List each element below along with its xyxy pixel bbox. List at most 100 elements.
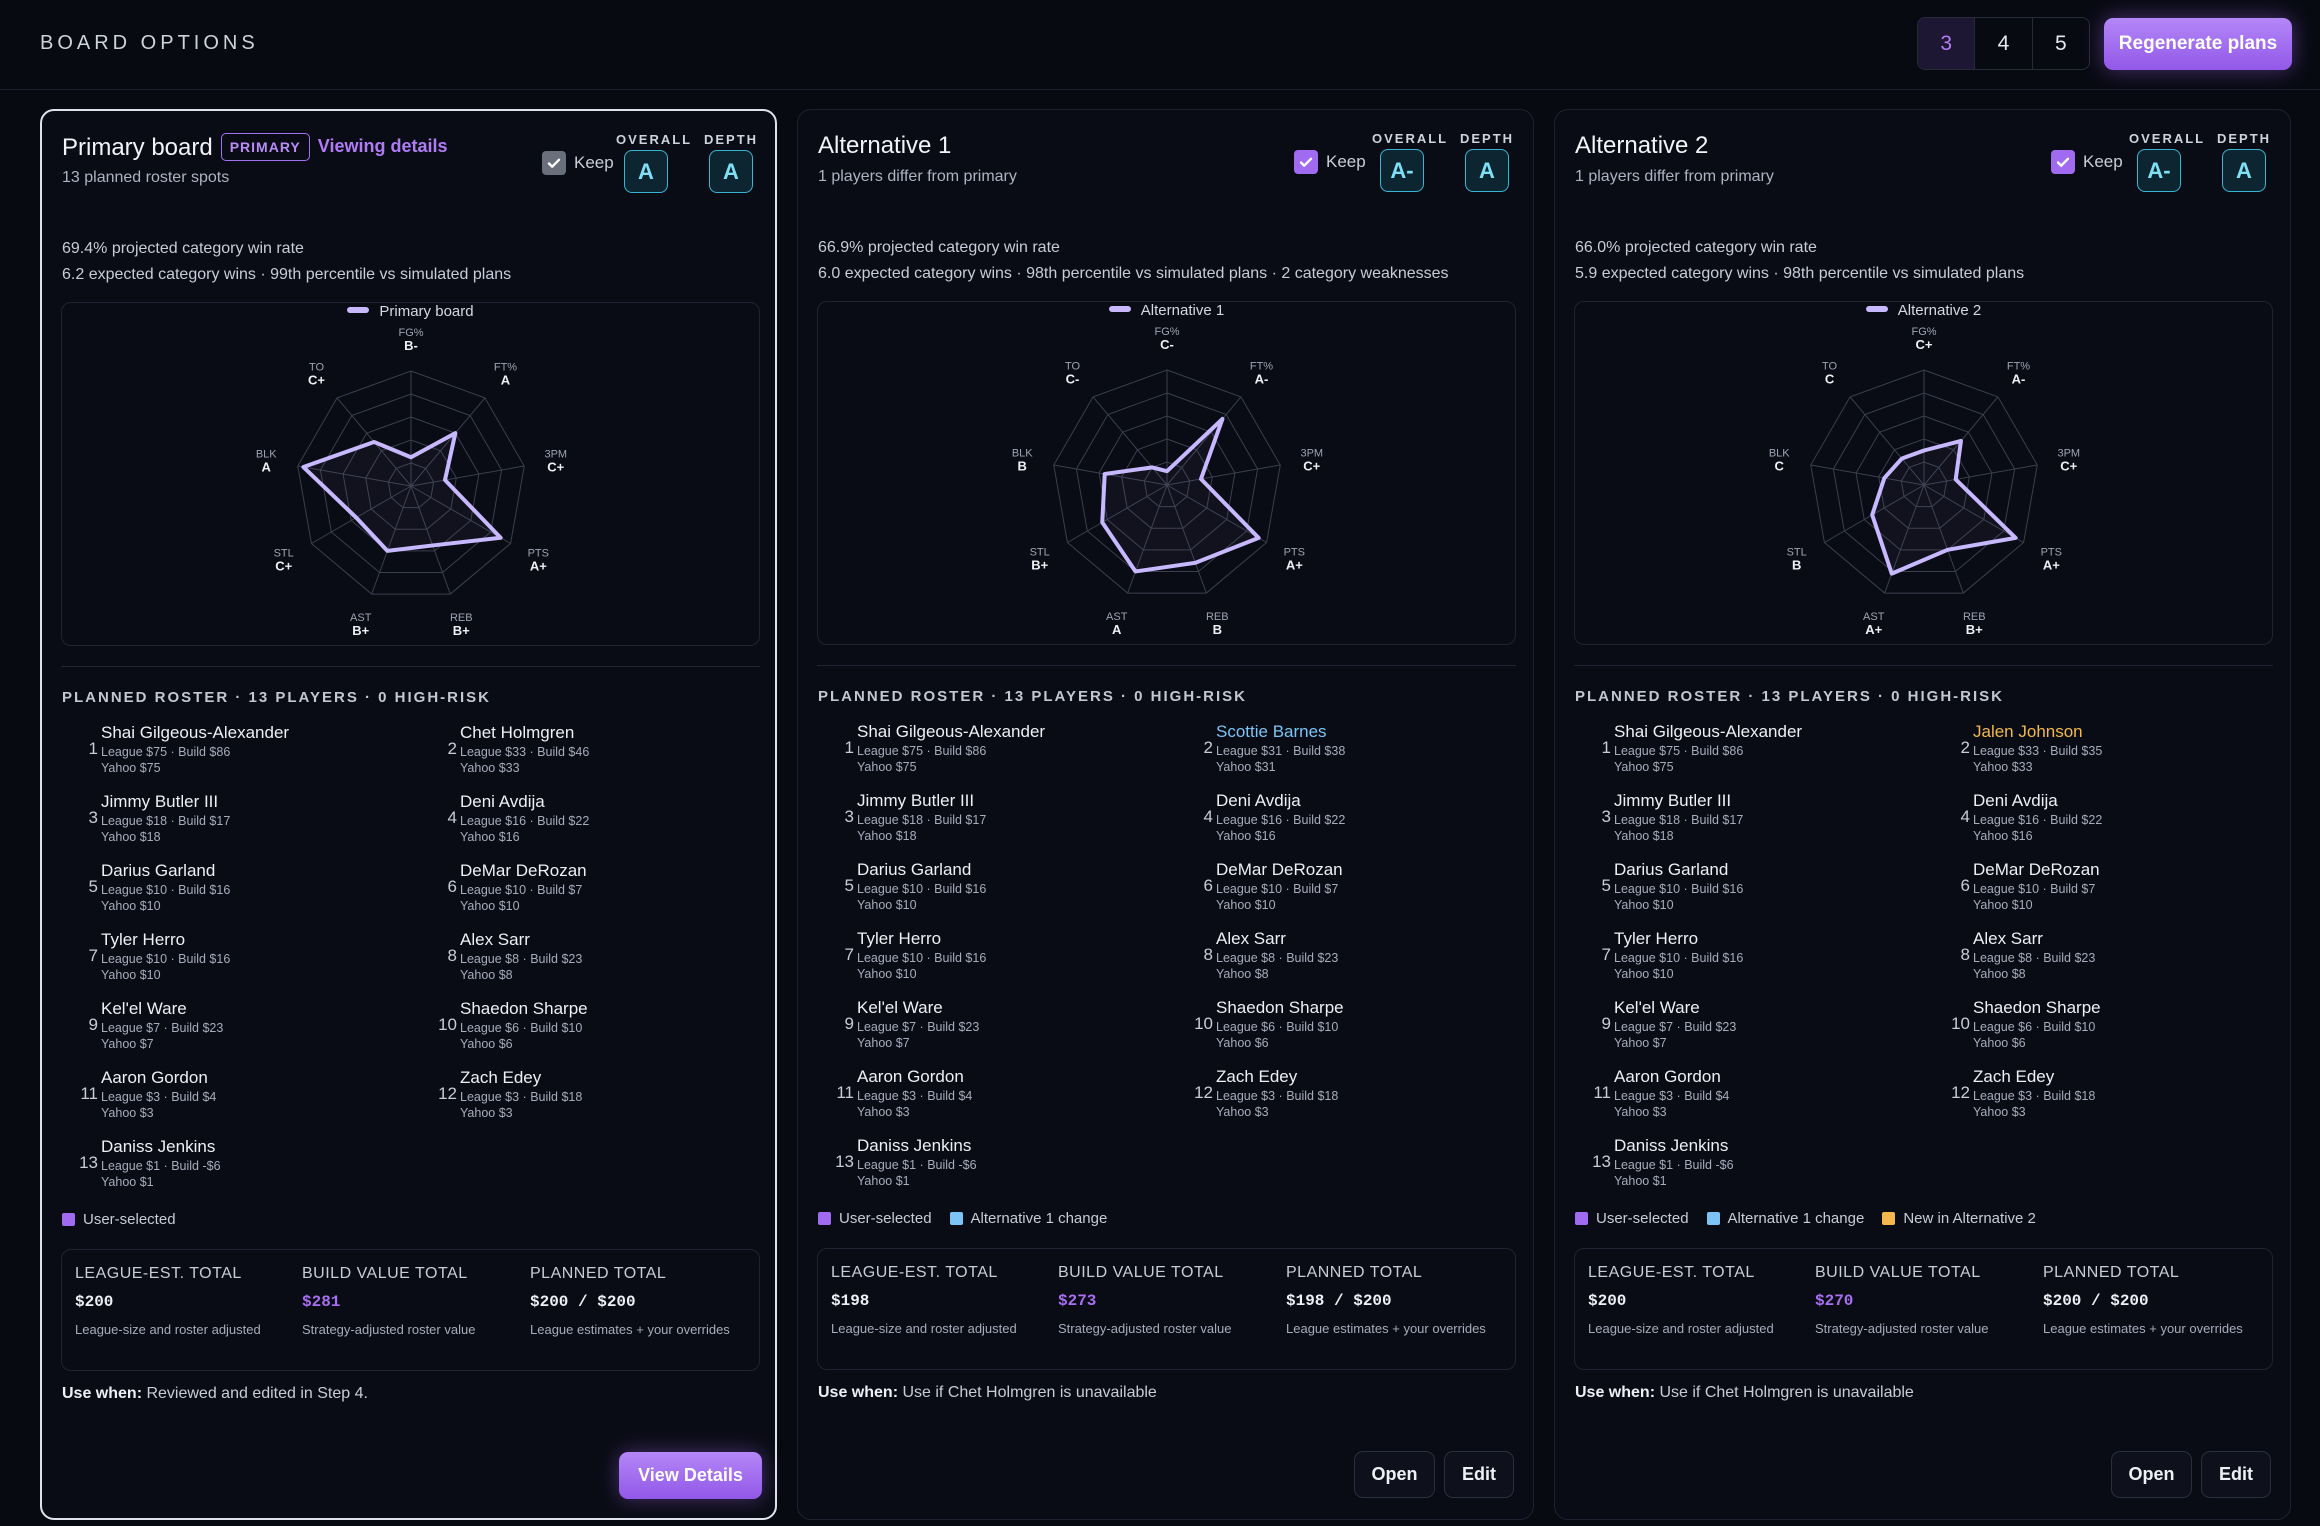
keep-toggle[interactable]: Keep xyxy=(2051,150,2123,174)
roster-player[interactable]: 3 Jimmy Butler III League $18 · Build $1… xyxy=(1572,791,1902,851)
keep-checkbox[interactable] xyxy=(542,151,566,175)
roster-player[interactable]: 3 Jimmy Butler III League $18 · Build $1… xyxy=(59,792,389,852)
depth-grade-badge: A xyxy=(709,150,753,193)
keep-toggle[interactable]: Keep xyxy=(542,151,614,175)
key-swatch xyxy=(949,1212,963,1225)
viewing-details-link[interactable]: Viewing details xyxy=(318,136,448,156)
player-number: 5 xyxy=(1601,876,1611,895)
depth-grade-badge: A xyxy=(2222,149,2266,192)
key-label: User-selected xyxy=(83,1211,176,1228)
planned-total-label: PLANNED TOTAL xyxy=(530,1265,667,1282)
roster-player[interactable]: 10 Shaedon Sharpe League $6 · Build $10 … xyxy=(1931,998,2261,1058)
board-card[interactable]: Alternative 1 1 players differ from prima… xyxy=(797,109,1534,1520)
roster-player[interactable]: 5 Darius Garland League $10 · Build $16 … xyxy=(815,860,1145,920)
roster-player[interactable]: 12 Zach Edey League $3 · Build $18 Yahoo… xyxy=(1174,1067,1504,1127)
roster-player[interactable]: 7 Tyler Herro League $10 · Build $16 Yah… xyxy=(1572,929,1902,989)
edit-button[interactable]: Edit xyxy=(1444,1451,1514,1498)
roster-player[interactable]: 1 Shai Gilgeous-Alexander League $75 · B… xyxy=(59,723,389,783)
player-number: 5 xyxy=(844,876,854,895)
roster-player[interactable]: 12 Zach Edey League $3 · Build $18 Yahoo… xyxy=(418,1068,748,1128)
player-name: Kel'el Ware xyxy=(1614,998,1700,1017)
radar-grade-label: C+ xyxy=(1303,458,1320,473)
overall-grade-badge: A- xyxy=(2137,149,2181,192)
plan-count-3[interactable]: 3 xyxy=(1918,18,1975,69)
open-button[interactable]: Open xyxy=(2111,1451,2192,1498)
primary-badge: PRIMARY xyxy=(220,133,310,161)
plan-count-5[interactable]: 5 xyxy=(2031,18,2089,69)
roster-player[interactable]: 13 Daniss Jenkins League $1 · Build -$6 … xyxy=(1572,1136,1902,1196)
roster-player[interactable]: 2 Chet Holmgren League $33 · Build $46 Y… xyxy=(418,723,748,783)
board-card[interactable]: Primary board PRIMARY Viewing details 13 pl… xyxy=(40,109,777,1520)
roster-key: User-selected xyxy=(62,1211,176,1228)
roster-player[interactable]: 5 Darius Garland League $10 · Build $16 … xyxy=(59,861,389,921)
roster-player[interactable]: 10 Shaedon Sharpe League $6 · Build $10 … xyxy=(418,999,748,1059)
roster-player[interactable]: 4 Deni Avdija League $16 · Build $22 Yah… xyxy=(1931,791,2261,851)
player-number: 6 xyxy=(447,877,457,896)
roster-player[interactable]: 11 Aaron Gordon League $3 · Build $4 Yah… xyxy=(1572,1067,1902,1127)
roster-player[interactable]: 6 DeMar DeRozan League $10 · Build $7 Ya… xyxy=(1931,860,2261,920)
roster-player[interactable]: 2 Scottie Barnes League $31 · Build $38 … xyxy=(1174,722,1504,782)
player-name: Daniss Jenkins xyxy=(1614,1136,1729,1155)
open-button[interactable]: Open xyxy=(1354,1451,1435,1498)
player-prices: League $8 · Build $23 xyxy=(1973,951,2096,965)
player-number: 8 xyxy=(1960,945,1970,964)
roster-player[interactable]: 2 Jalen Johnson League $33 · Build $35 Y… xyxy=(1931,722,2261,782)
player-prices: League $3 · Build $18 xyxy=(1216,1089,1339,1103)
roster-player[interactable]: 4 Deni Avdija League $16 · Build $22 Yah… xyxy=(418,792,748,852)
radar-grade-label: A xyxy=(1112,622,1122,637)
radar-grade-label: C+ xyxy=(547,459,564,474)
player-name: Daniss Jenkins xyxy=(101,1137,216,1156)
regenerate-plans-button[interactable]: Regenerate plans xyxy=(2104,18,2292,70)
player-number: 7 xyxy=(844,945,854,964)
keep-checkbox[interactable] xyxy=(1294,150,1318,174)
key-label: User-selected xyxy=(839,1210,932,1227)
roster-player[interactable]: 13 Daniss Jenkins League $1 · Build -$6 … xyxy=(59,1137,389,1197)
planned-total-desc: League estimates + your overrides xyxy=(2043,1321,2243,1336)
roster-player[interactable]: 6 DeMar DeRozan League $10 · Build $7 Ya… xyxy=(1174,860,1504,920)
roster-player[interactable]: 8 Alex Sarr League $8 · Build $23 Yahoo … xyxy=(1931,929,2261,989)
league-total-desc: League-size and roster adjusted xyxy=(75,1322,261,1337)
league-total-value: $200 xyxy=(75,1293,114,1311)
player-name: Kel'el Ware xyxy=(857,998,943,1017)
win-rate-text: 66.0% projected category win rate xyxy=(1575,239,1817,256)
roster-player[interactable]: 8 Alex Sarr League $8 · Build $23 Yahoo … xyxy=(1174,929,1504,989)
league-total-desc: League-size and roster adjusted xyxy=(1588,1321,1774,1336)
player-yahoo-price: Yahoo $3 xyxy=(1216,1105,1269,1119)
roster-player[interactable]: 1 Shai Gilgeous-Alexander League $75 · B… xyxy=(1572,722,1902,782)
roster-player[interactable]: 7 Tyler Herro League $10 · Build $16 Yah… xyxy=(59,930,389,990)
player-prices: League $75 · Build $86 xyxy=(857,744,987,758)
roster-key: User-selected Alternative 1 change xyxy=(818,1210,1107,1227)
player-prices: League $6 · Build $10 xyxy=(1216,1020,1339,1034)
roster-player[interactable]: 12 Zach Edey League $3 · Build $18 Yahoo… xyxy=(1931,1067,2261,1127)
view-details-button[interactable]: View Details xyxy=(619,1452,762,1499)
roster-player[interactable]: 4 Deni Avdija League $16 · Build $22 Yah… xyxy=(1174,791,1504,851)
roster-player[interactable]: 3 Jimmy Butler III League $18 · Build $1… xyxy=(815,791,1145,851)
league-total-desc: League-size and roster adjusted xyxy=(831,1321,1017,1336)
roster-player[interactable]: 5 Darius Garland League $10 · Build $16 … xyxy=(1572,860,1902,920)
plan-count-4[interactable]: 4 xyxy=(1974,18,2031,69)
player-number: 13 xyxy=(835,1152,854,1171)
player-prices: League $1 · Build -$6 xyxy=(1614,1158,1734,1172)
player-prices: League $10 · Build $16 xyxy=(101,883,231,897)
roster-player[interactable]: 7 Tyler Herro League $10 · Build $16 Yah… xyxy=(815,929,1145,989)
keep-toggle[interactable]: Keep xyxy=(1294,150,1366,174)
radar-grade-label: B- xyxy=(404,338,418,353)
board-card[interactable]: Alternative 2 1 players differ from prima… xyxy=(1554,109,2291,1520)
planned-total-label: PLANNED TOTAL xyxy=(1286,1264,1423,1281)
roster-player[interactable]: 13 Daniss Jenkins League $1 · Build -$6 … xyxy=(815,1136,1145,1196)
roster-player[interactable]: 9 Kel'el Ware League $7 · Build $23 Yaho… xyxy=(59,999,389,1059)
player-yahoo-price: Yahoo $75 xyxy=(101,761,161,775)
roster-player[interactable]: 8 Alex Sarr League $8 · Build $23 Yahoo … xyxy=(418,930,748,990)
player-prices: League $3 · Build $4 xyxy=(1614,1089,1730,1103)
use-when-value: Reviewed and edited in Step 4. xyxy=(146,1385,368,1402)
roster-player[interactable]: 9 Kel'el Ware League $7 · Build $23 Yaho… xyxy=(815,998,1145,1058)
roster-player[interactable]: 11 Aaron Gordon League $3 · Build $4 Yah… xyxy=(59,1068,389,1128)
edit-button[interactable]: Edit xyxy=(2201,1451,2271,1498)
roster-player[interactable]: 9 Kel'el Ware League $7 · Build $23 Yaho… xyxy=(1572,998,1902,1058)
keep-checkbox[interactable] xyxy=(2051,150,2075,174)
roster-player[interactable]: 11 Aaron Gordon League $3 · Build $4 Yah… xyxy=(815,1067,1145,1127)
player-prices: League $6 · Build $10 xyxy=(460,1021,583,1035)
roster-player[interactable]: 6 DeMar DeRozan League $10 · Build $7 Ya… xyxy=(418,861,748,921)
roster-player[interactable]: 1 Shai Gilgeous-Alexander League $75 · B… xyxy=(815,722,1145,782)
roster-player[interactable]: 10 Shaedon Sharpe League $6 · Build $10 … xyxy=(1174,998,1504,1058)
